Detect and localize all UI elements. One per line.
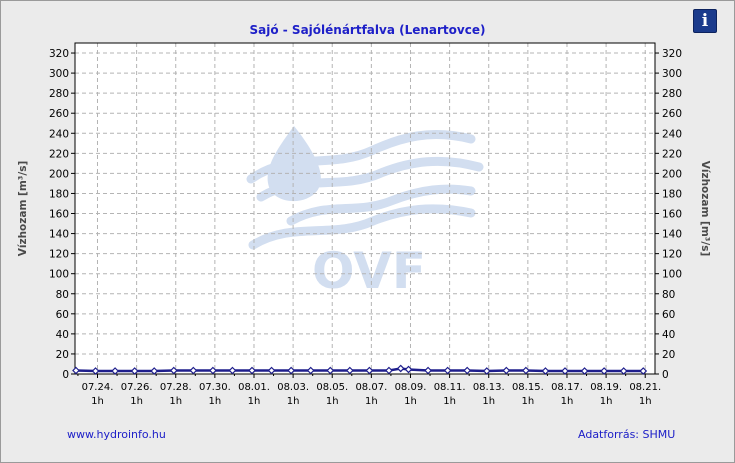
y-tick-label-left: 100 (49, 269, 69, 281)
y-tick-label-right: 100 (662, 269, 682, 281)
x-tick-label-date: 08.15. (512, 382, 544, 393)
y-tick-label-right: 260 (662, 108, 682, 120)
y-tick-label-right: 120 (662, 249, 682, 261)
y-tick-label-left: 200 (49, 168, 69, 180)
y-tick-label-right: 60 (662, 309, 675, 321)
watermark-text: OVF (312, 242, 426, 300)
hydroinfo-link[interactable]: www.hydroinfo.hu (67, 428, 166, 441)
x-tick-label-date: 08.05. (316, 382, 348, 393)
y-tick-label-right: 40 (662, 329, 675, 341)
x-tick-label-date: 07.24. (82, 382, 114, 393)
y-tick-label-left: 120 (49, 249, 69, 261)
x-tick-label-date: 08.07. (355, 382, 387, 393)
x-tick-label-date: 08.19. (590, 382, 622, 393)
y-tick-label-left: 180 (49, 188, 69, 200)
x-tick-label-date: 08.09. (395, 382, 427, 393)
x-tick-label-date: 07.28. (160, 382, 192, 393)
y-tick-label-right: 220 (662, 148, 682, 160)
x-tick-label-time: 1h (561, 396, 574, 407)
x-tick-label-time: 1h (443, 396, 456, 407)
x-tick-label-time: 1h (287, 396, 300, 407)
x-tick-label-date: 08.11. (434, 382, 466, 393)
x-tick-label-date: 08.21. (629, 382, 661, 393)
x-tick-label-time: 1h (639, 396, 652, 407)
y-tick-label-left: 160 (49, 209, 69, 221)
y-tick-label-right: 180 (662, 188, 682, 200)
discharge-chart: OVF 0 0 20 20 40 40 60 60 80 80 100 100 120 120 140 140 1… (17, 42, 711, 407)
y-tick-label-right: 20 (662, 349, 675, 361)
x-tick-label-time: 1h (169, 396, 182, 407)
info-icon[interactable]: i (693, 9, 717, 33)
y-tick-label-left: 0 (62, 369, 69, 381)
y-tick-label-left: 20 (56, 349, 69, 361)
x-tick-label-date: 08.13. (473, 382, 505, 393)
y-tick-label-right: 320 (662, 48, 682, 60)
y-tick-label-right: 80 (662, 289, 675, 301)
chart-frame: OVF 0 0 20 20 40 40 60 60 80 80 100 100 120 120 140 140 1… (0, 0, 735, 463)
y-tick-label-left: 280 (49, 88, 69, 100)
y-tick-label-left: 40 (56, 329, 69, 341)
x-tick-label-time: 1h (326, 396, 339, 407)
y-tick-label-right: 0 (662, 369, 669, 381)
y-tick-label-left: 320 (49, 48, 69, 60)
x-tick-label-time: 1h (365, 396, 378, 407)
y-axis-label-left: Vízhozam [m³/s] (17, 161, 29, 257)
y-tick-label-left: 260 (49, 108, 69, 120)
x-tick-label-time: 1h (482, 396, 495, 407)
x-tick-label-date: 08.01. (238, 382, 270, 393)
y-tick-label-left: 60 (56, 309, 69, 321)
x-tick-label-date: 07.30. (199, 382, 231, 393)
x-tick-label-time: 1h (91, 396, 104, 407)
y-tick-label-right: 240 (662, 128, 682, 140)
y-tick-label-left: 240 (49, 128, 69, 140)
y-tick-label-right: 200 (662, 168, 682, 180)
data-source-label: Adatforrás: SHMU (578, 428, 676, 441)
x-tick-label-date: 08.17. (551, 382, 583, 393)
x-tick-label-time: 1h (130, 396, 143, 407)
y-tick-label-left: 80 (56, 289, 69, 301)
x-tick-label-time: 1h (600, 396, 613, 407)
y-tick-label-left: 220 (49, 148, 69, 160)
x-tick-label-time: 1h (404, 396, 417, 407)
x-tick-label-date: 08.03. (277, 382, 309, 393)
x-tick-label-time: 1h (209, 396, 222, 407)
y-tick-label-right: 160 (662, 209, 682, 221)
y-tick-label-right: 300 (662, 68, 682, 80)
y-axis-label-right: Vízhozam [m³/s] (699, 161, 711, 257)
x-tick-label-time: 1h (248, 396, 261, 407)
chart-title: Sajó - Sajólénártfalva (Lenartovce) (249, 23, 486, 37)
y-tick-label-right: 140 (662, 229, 682, 241)
x-tick-label-date: 07.26. (121, 382, 153, 393)
y-tick-label-right: 280 (662, 88, 682, 100)
y-tick-label-left: 140 (49, 229, 69, 241)
y-tick-label-left: 300 (49, 68, 69, 80)
x-tick-label-time: 1h (521, 396, 534, 407)
